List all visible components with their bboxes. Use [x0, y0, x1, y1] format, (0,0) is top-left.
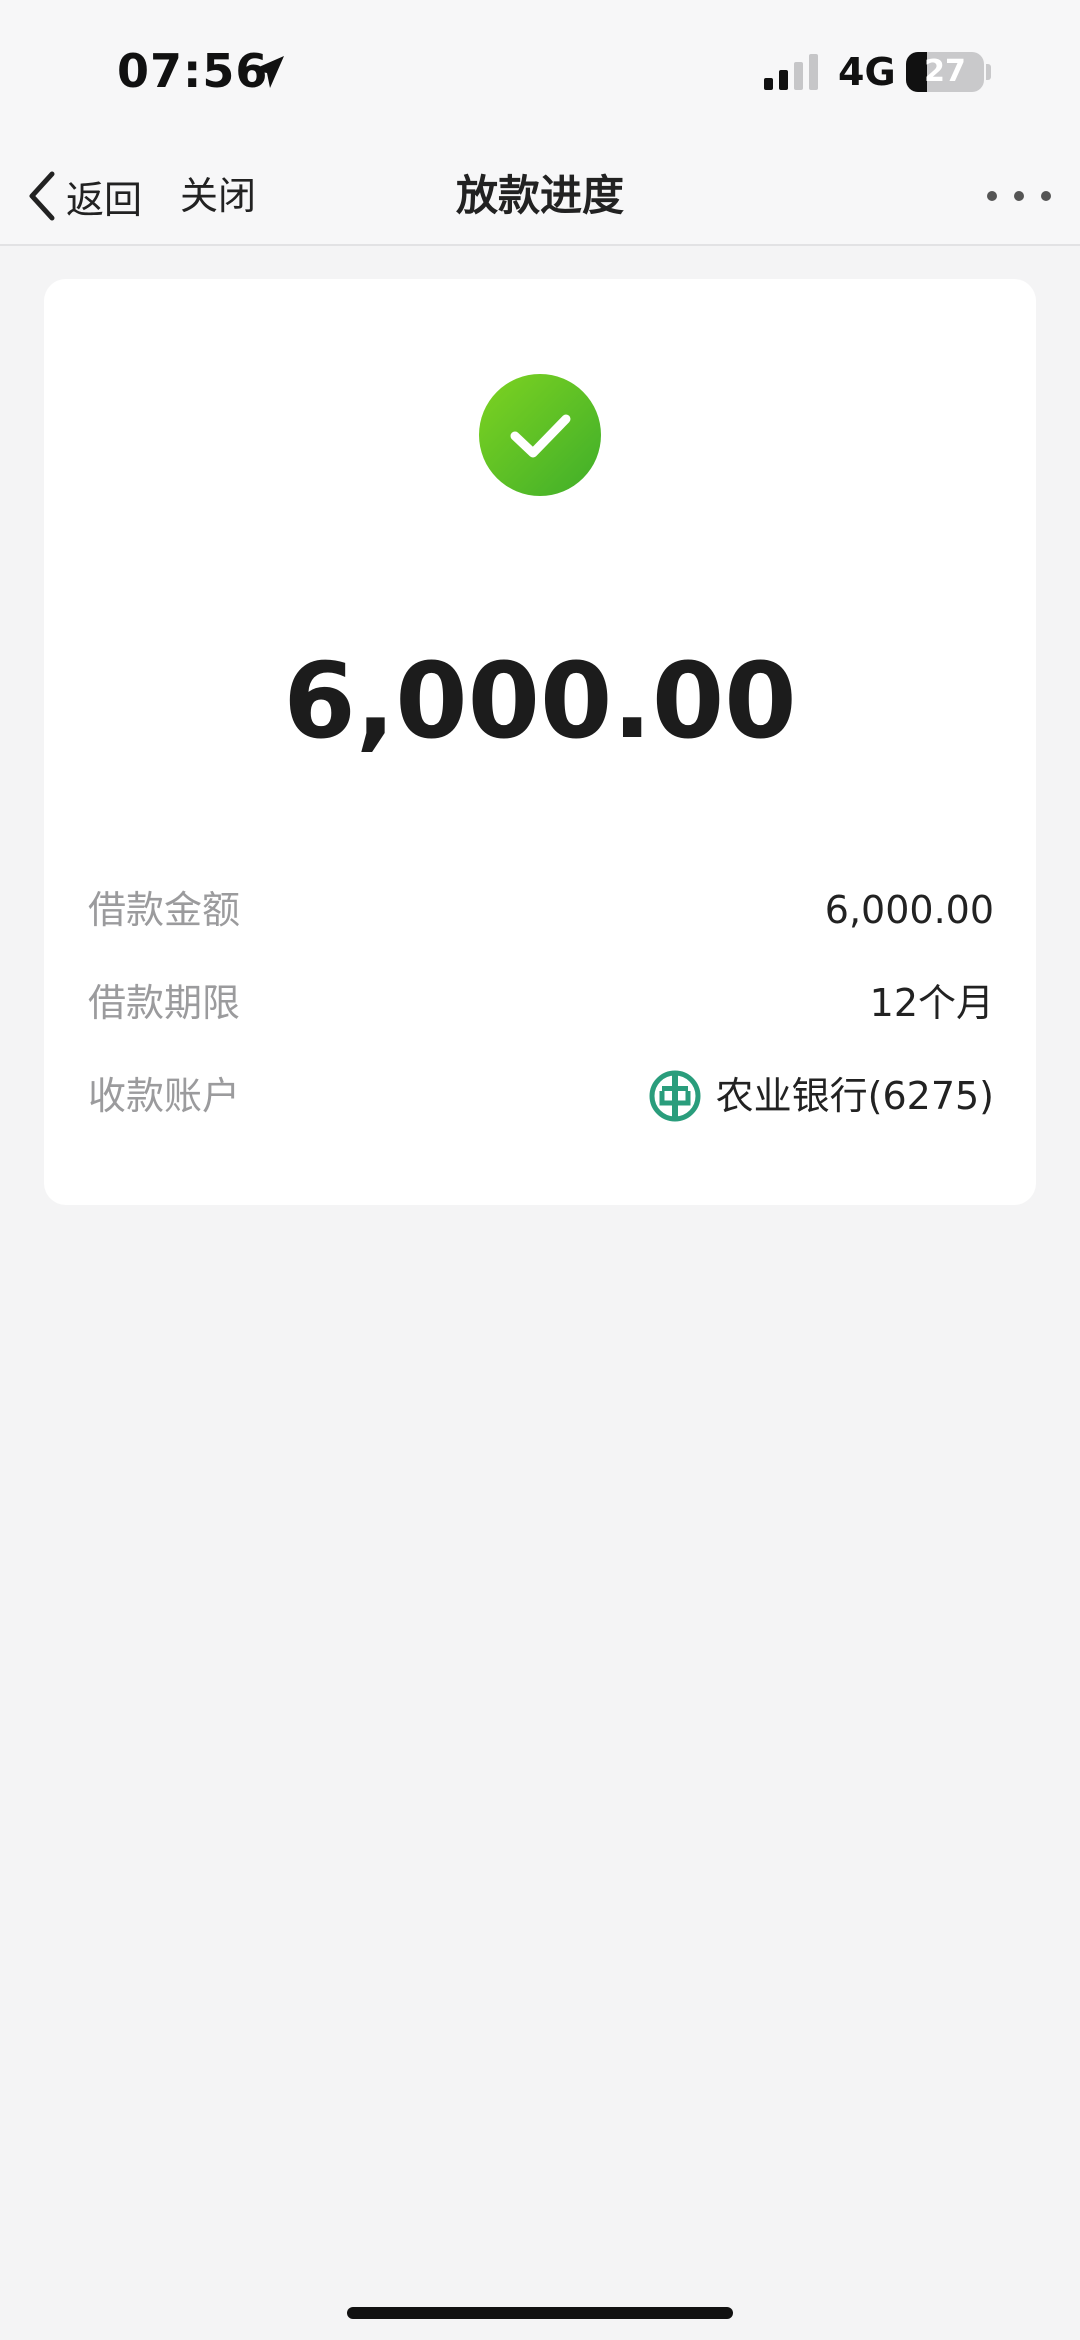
loan-term-value: 12个月	[869, 981, 994, 1025]
chevron-left-icon	[29, 171, 55, 221]
loan-amount-value: 6,000.00	[824, 888, 994, 932]
close-button[interactable]: 关闭	[180, 164, 256, 228]
detail-label: 借款金额	[88, 888, 241, 932]
battery-cap	[986, 64, 991, 80]
success-check-icon	[479, 374, 601, 496]
location-arrow-icon	[252, 56, 284, 88]
more-dots-icon[interactable]	[984, 178, 1054, 214]
loan-amount-hero: 6,000.00	[283, 640, 797, 762]
battery-icon: 27	[906, 52, 984, 92]
loan-result-card: 6,000.00 借款金额 6,000.00 借款期限 12个月 收款账户 农业…	[44, 279, 1036, 1205]
detail-row-receiving-account: 收款账户 农业银行(6275)	[88, 1061, 994, 1131]
status-bar: 07:56 4G 27	[0, 0, 1080, 150]
battery-level: 27	[924, 54, 966, 89]
back-label: 返回	[66, 177, 143, 222]
back-button[interactable]: 返回	[24, 164, 142, 228]
detail-row-loan-amount: 借款金额 6,000.00	[88, 875, 994, 945]
cellular-signal-icon	[764, 54, 818, 90]
home-indicator	[347, 2307, 733, 2319]
detail-row-loan-term: 借款期限 12个月	[88, 968, 994, 1038]
detail-value: 农业银行(6275)	[648, 1061, 994, 1131]
nav-bar: 返回 关闭 放款进度	[0, 150, 1080, 246]
detail-label: 借款期限	[88, 981, 241, 1025]
status-time: 07:56	[117, 44, 269, 98]
detail-value: 6,000.00	[825, 875, 994, 945]
detail-label: 收款账户	[88, 1074, 241, 1118]
detail-value: 12个月	[870, 968, 994, 1038]
page-title: 放款进度	[455, 171, 624, 220]
network-type: 4G	[838, 50, 896, 94]
receiving-account-value: 农业银行(6275)	[715, 1074, 994, 1118]
abc-bank-logo-icon	[649, 1070, 701, 1122]
